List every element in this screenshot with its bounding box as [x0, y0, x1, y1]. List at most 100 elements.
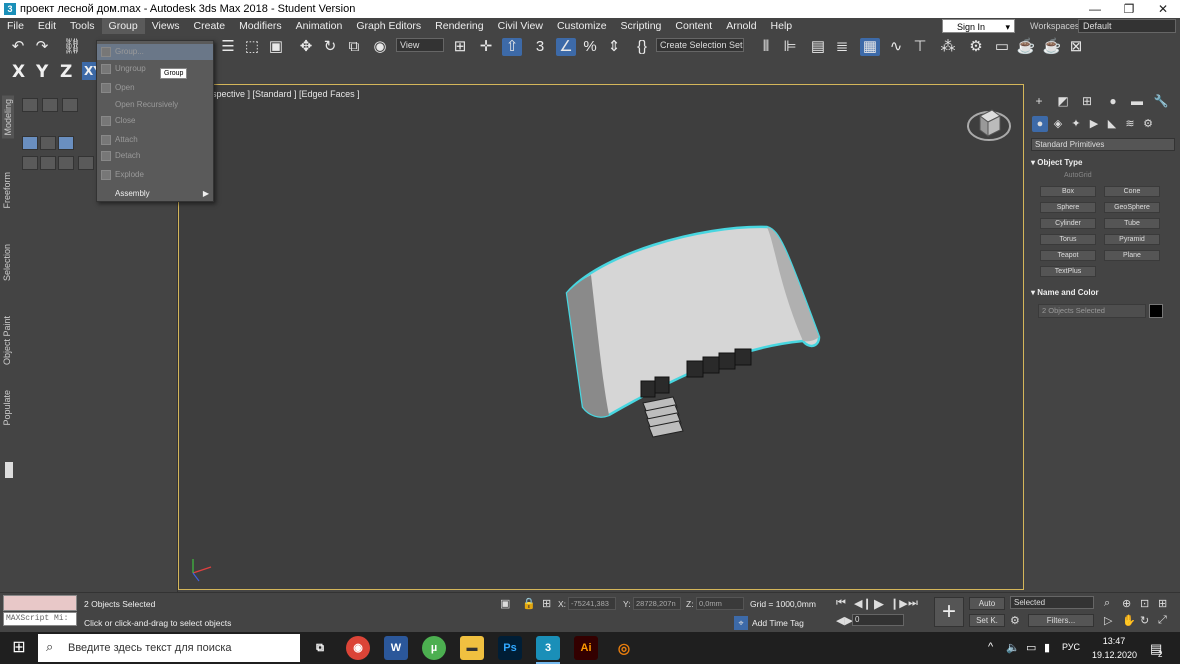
menu-graph-editors[interactable]: Graph Editors	[349, 18, 428, 34]
hierarchy-tab-icon[interactable]: ⊞	[1078, 92, 1096, 110]
object-color-swatch[interactable]	[1149, 304, 1163, 318]
taskbar-search-input[interactable]: Введите здесь текст для поиска	[38, 634, 300, 662]
filters-button[interactable]: Filters...	[1028, 614, 1094, 627]
blender-icon[interactable]: ◎	[612, 636, 636, 660]
menu-item-close[interactable]: Close	[97, 113, 213, 129]
menu-civil-view[interactable]: Civil View	[491, 18, 550, 34]
menu-file[interactable]: File	[0, 18, 31, 34]
lights-icon[interactable]: ✦	[1068, 116, 1084, 132]
minimize-button[interactable]: —	[1078, 0, 1112, 18]
set-key-large-icon[interactable]: +	[934, 597, 964, 627]
geosphere-button[interactable]: GeoSphere	[1104, 202, 1160, 213]
fov-icon[interactable]: ▷	[1104, 614, 1112, 627]
autogrid-checkbox[interactable]: AutoGrid	[1064, 172, 1092, 179]
scene-explorer-icon[interactable]: ≣	[832, 38, 852, 56]
battery-icon[interactable]: ▮	[1044, 641, 1050, 654]
align-icon[interactable]: ⊫	[780, 38, 800, 56]
object-type-rollout[interactable]: ▾ Object Type	[1031, 157, 1171, 169]
network-icon[interactable]: ▭	[1026, 641, 1036, 654]
tab-populate[interactable]: Populate	[2, 390, 12, 426]
render-setup-icon[interactable]: ⚙	[966, 38, 986, 56]
axis-z-button[interactable]: Z	[60, 62, 72, 82]
ribbon-button[interactable]	[58, 136, 74, 150]
percent-snap-icon[interactable]: %	[580, 38, 600, 56]
viewport-label[interactable]: spective ] [Standard ] [Edged Faces ]	[212, 89, 360, 99]
set-key-button[interactable]: Set K.	[969, 614, 1005, 627]
tab-freeform[interactable]: Freeform	[2, 172, 12, 209]
menu-item-assembly[interactable]: Assembly ▶	[97, 186, 213, 202]
redo-icon[interactable]: ↷	[32, 38, 52, 56]
3dsmax-taskbar-icon[interactable]: 3	[536, 636, 560, 664]
key-filters-icon[interactable]: ⚙	[1010, 614, 1020, 627]
x-coordinate-field[interactable]: -75241,383	[568, 597, 616, 610]
menu-item-open-recursively[interactable]: Open Recursively	[97, 97, 213, 113]
zoom-extents-all-icon[interactable]: ⊞	[1158, 597, 1167, 610]
maximize-viewport-icon[interactable]: ⤢	[1158, 614, 1167, 627]
pan-icon[interactable]: ✋	[1122, 614, 1136, 627]
menu-item-ungroup[interactable]: Ungroup	[97, 61, 213, 77]
undo-icon[interactable]: ↶	[8, 38, 28, 56]
tab-object-paint[interactable]: Object Paint	[2, 316, 12, 365]
utilities-tab-icon[interactable]: 🔧	[1152, 92, 1170, 110]
ribbon-button[interactable]	[40, 136, 56, 150]
sphere-button[interactable]: Sphere	[1040, 202, 1096, 213]
next-frame-icon[interactable]: ❙▶	[890, 597, 908, 610]
box-button[interactable]: Box	[1040, 186, 1096, 197]
display-tab-icon[interactable]: ▬	[1128, 92, 1146, 110]
maxscript-listener-output[interactable]	[3, 595, 77, 611]
ribbon-button[interactable]	[22, 136, 38, 150]
helpers-icon[interactable]: ◣	[1104, 116, 1120, 132]
pyramid-button[interactable]: Pyramid	[1104, 234, 1160, 245]
z-coordinate-field[interactable]: 0,0mm	[696, 597, 744, 610]
add-time-tag[interactable]: Add Time Tag	[752, 618, 804, 628]
shapes-icon[interactable]: ◈	[1050, 116, 1066, 132]
illustrator-icon[interactable]: Ai	[574, 636, 598, 660]
current-frame-field[interactable]: 0	[852, 614, 904, 626]
clock-date[interactable]: 19.12.2020	[1092, 650, 1137, 660]
teapot-button[interactable]: Teapot	[1040, 250, 1096, 261]
go-to-start-icon[interactable]: ⏮	[836, 597, 846, 610]
play-icon[interactable]: ▶	[874, 596, 884, 612]
menu-views[interactable]: Views	[145, 18, 187, 34]
select-manipulate-icon[interactable]: ✛	[476, 38, 496, 56]
panel-collapse-handle[interactable]	[5, 462, 13, 478]
name-and-color-rollout[interactable]: ▾ Name and Color	[1031, 287, 1171, 299]
menu-arnold[interactable]: Arnold	[719, 18, 763, 34]
torus-button[interactable]: Torus	[1040, 234, 1096, 245]
ribbon-button[interactable]	[62, 98, 78, 112]
tab-selection[interactable]: Selection	[2, 244, 12, 281]
menu-help[interactable]: Help	[764, 18, 800, 34]
select-by-name-icon[interactable]: ☰	[218, 38, 238, 56]
tab-modeling[interactable]: Modeling	[2, 96, 14, 139]
ribbon-button[interactable]	[22, 98, 38, 112]
photoshop-icon[interactable]: Ps	[498, 636, 522, 660]
orbit-icon[interactable]: ↻	[1140, 614, 1149, 627]
menu-item-explode[interactable]: Explode	[97, 167, 213, 183]
render-iterative-icon[interactable]: ☕	[1042, 38, 1062, 56]
workspaces-dropdown[interactable]: Default	[1078, 19, 1176, 33]
reference-coord-dropdown[interactable]: View	[396, 38, 444, 52]
absolute-mode-icon[interactable]: ⊞	[542, 597, 551, 610]
selection-lock-icon[interactable]: 🔒	[522, 597, 536, 610]
utorrent-icon[interactable]: µ	[422, 636, 446, 660]
previous-frame-icon[interactable]: ◀❙	[854, 597, 872, 610]
windows-start-icon[interactable]: ⊞	[0, 632, 38, 664]
menu-modifiers[interactable]: Modifiers	[232, 18, 289, 34]
menu-item-open[interactable]: Open	[97, 80, 213, 96]
primitive-category-dropdown[interactable]: Standard Primitives	[1031, 138, 1175, 151]
restore-button[interactable]: ❐	[1112, 0, 1146, 18]
space-warps-icon[interactable]: ≋	[1122, 116, 1138, 132]
schematic-view-icon[interactable]: ⊤	[910, 38, 930, 56]
cone-button[interactable]: Cone	[1104, 186, 1160, 197]
sign-in-dropdown[interactable]: Sign In	[942, 19, 1015, 34]
rect-selection-icon[interactable]: ⬚	[242, 38, 262, 56]
cameras-icon[interactable]: ▶	[1086, 116, 1102, 132]
axis-y-button[interactable]: Y	[36, 62, 48, 82]
render-gallery-icon[interactable]: ⊠	[1066, 38, 1086, 56]
ribbon-button[interactable]	[58, 156, 74, 170]
go-to-end-icon[interactable]: ⏭	[908, 597, 918, 610]
rendered-frame-icon[interactable]: ▭	[992, 38, 1012, 56]
viewcube-icon[interactable]	[966, 102, 1012, 146]
task-view-icon[interactable]: ⧉	[308, 636, 332, 660]
ribbon-toggle-icon[interactable]: ▦	[860, 38, 880, 56]
